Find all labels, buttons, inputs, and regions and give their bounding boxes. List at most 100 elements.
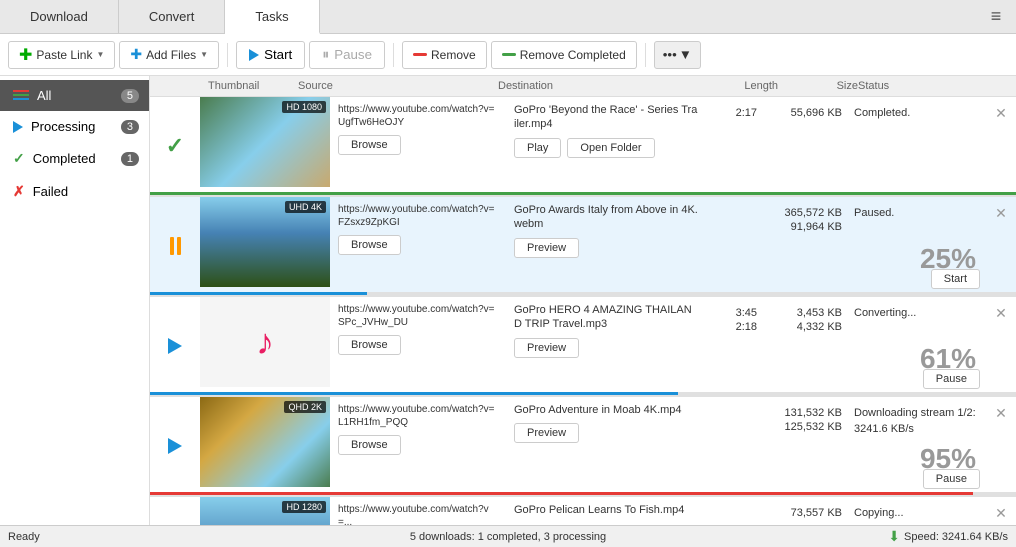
- task-2-browse-btn[interactable]: Browse: [338, 235, 401, 255]
- music-note-icon: ♪: [256, 321, 274, 363]
- more-button[interactable]: ••• ▼: [654, 41, 701, 69]
- task-5-length: [706, 497, 761, 525]
- task-3-length-val: 3:45: [736, 307, 757, 319]
- task-2-info: https://www.youtube.com/watch?v=FZsxz9Zp…: [330, 197, 506, 295]
- task-1-info: https://www.youtube.com/watch?v=UgfTw6He…: [330, 97, 506, 195]
- task-4-length: [706, 397, 761, 495]
- paste-link-arrow: ▼: [96, 50, 104, 59]
- more-arrow: ▼: [679, 47, 692, 62]
- sidebar-item-all[interactable]: All 5: [0, 80, 149, 111]
- task-4-progress-container: [150, 492, 1016, 495]
- task-1-browse-btn[interactable]: Browse: [338, 135, 401, 155]
- close-icon[interactable]: ✕: [995, 505, 1007, 522]
- task-3-info: https://www.youtube.com/watch?v=SPc_JVHw…: [330, 297, 506, 395]
- task-5-size: 73,557 KB: [761, 497, 846, 525]
- task-1-close[interactable]: ✕: [986, 97, 1016, 195]
- task-4-dest: GoPro Adventure in Moab 4K.mp4 Preview: [506, 397, 706, 495]
- task-4-status: Downloading stream 1/2: 3241.6 KB/s 95% …: [846, 397, 986, 495]
- download-speed-icon: ⬇: [888, 528, 900, 545]
- task-2-thumbnail: UHD 4K: [200, 197, 330, 287]
- task-2-preview-btn[interactable]: Preview: [514, 238, 579, 258]
- close-icon[interactable]: ✕: [995, 405, 1007, 422]
- status-ready: Ready: [8, 531, 341, 543]
- task-1-progress-container: [150, 192, 1016, 195]
- task-1-length: 2:17: [706, 97, 761, 195]
- remove-completed-label: Remove Completed: [520, 48, 626, 62]
- close-icon[interactable]: ✕: [995, 305, 1007, 322]
- task-2-dest-actions: Preview: [514, 238, 698, 258]
- add-files-button[interactable]: ✚ Add Files ▼: [119, 41, 219, 69]
- processing-icon: [13, 121, 23, 133]
- task-2-length: [706, 197, 761, 295]
- task-3-action-btn[interactable]: Pause: [923, 369, 980, 389]
- task-1-status: Completed.: [846, 97, 986, 195]
- task-3-close[interactable]: ✕: [986, 297, 1016, 395]
- remove-button[interactable]: Remove: [402, 41, 487, 69]
- task-4-dest-actions: Preview: [514, 423, 698, 443]
- pause-bar-1: [170, 237, 174, 255]
- task-4-close[interactable]: ✕: [986, 397, 1016, 495]
- close-icon[interactable]: ✕: [995, 205, 1007, 222]
- status-summary: 5 downloads: 1 completed, 3 processing: [341, 531, 674, 543]
- task-2-actions: Browse: [338, 235, 498, 255]
- task-1-length-val: 2:17: [736, 107, 757, 119]
- task-3-browse-btn[interactable]: Browse: [338, 335, 401, 355]
- task-2-state-icon: [150, 197, 200, 295]
- task-3-progress-container: [150, 392, 1016, 395]
- task-1-thumbnail: HD 1080: [200, 97, 330, 187]
- task-2-close[interactable]: ✕: [986, 197, 1016, 295]
- task-3-dest: GoPro HERO 4 AMAZING THAILAND TRIP Trave…: [506, 297, 706, 395]
- tab-tasks[interactable]: Tasks: [225, 0, 319, 34]
- paste-link-button[interactable]: ✚ Paste Link ▼: [8, 41, 115, 69]
- header-destination: Destination: [498, 80, 718, 92]
- task-row: UHD 4K https://www.youtube.com/watch?v=F…: [150, 197, 1016, 297]
- menu-button[interactable]: ≡: [976, 0, 1016, 33]
- pause-icon: ⏸: [322, 46, 329, 63]
- task-2-action-btn[interactable]: Start: [931, 269, 980, 289]
- header-length: Length: [718, 80, 778, 92]
- sidebar-failed-label: Failed: [33, 184, 139, 199]
- sidebar-item-processing[interactable]: Processing 3: [0, 111, 149, 142]
- sidebar-completed-badge: 1: [121, 152, 139, 166]
- play-icon: [168, 438, 182, 454]
- close-icon[interactable]: ✕: [995, 105, 1007, 122]
- task-2-status-text: Paused.: [854, 207, 894, 219]
- add-files-arrow: ▼: [200, 50, 208, 59]
- tab-bar: Download Convert Tasks ≡: [0, 0, 1016, 34]
- task-4-status-speed: 3241.6 KB/s: [854, 423, 914, 435]
- task-4-browse-btn[interactable]: Browse: [338, 435, 401, 455]
- task-4-size: 131,532 KB 125,532 KB: [761, 397, 846, 495]
- task-3-progress-bar: [150, 392, 678, 395]
- task-4-thumbnail: QHD 2K: [200, 397, 330, 487]
- task-4-state-icon: [150, 397, 200, 495]
- add-files-icon: ✚: [130, 46, 142, 63]
- task-3-actions: Browse: [338, 335, 498, 355]
- sidebar-item-failed[interactable]: ✗ Failed: [0, 175, 149, 208]
- pause-button[interactable]: ⏸ Pause: [309, 41, 385, 69]
- task-3-length-val2: 2:18: [736, 321, 757, 333]
- task-2-size-val2: 91,964 KB: [791, 221, 842, 233]
- tab-download[interactable]: Download: [0, 0, 119, 33]
- tab-convert[interactable]: Convert: [119, 0, 226, 33]
- task-5-close[interactable]: ✕: [986, 497, 1016, 525]
- task-3-thumbnail: ♪: [200, 297, 330, 387]
- completed-check-icon: ✓: [166, 133, 184, 159]
- task-1-play-btn[interactable]: Play: [514, 138, 561, 158]
- task-1-openfolder-btn[interactable]: Open Folder: [567, 138, 654, 158]
- toolbar-separator-2: [393, 43, 394, 67]
- sidebar-item-completed[interactable]: ✓ Completed 1: [0, 142, 149, 175]
- task-3-preview-btn[interactable]: Preview: [514, 338, 579, 358]
- table-header: Thumbnail Source Destination Length Size…: [150, 76, 1016, 97]
- task-4-action-btn[interactable]: Pause: [923, 469, 980, 489]
- tab-spacer: [320, 0, 976, 33]
- task-4-preview-btn[interactable]: Preview: [514, 423, 579, 443]
- sidebar-completed-label: Completed: [33, 151, 113, 166]
- task-2-dest: GoPro Awards Italy from Above in 4K.webm…: [506, 197, 706, 295]
- remove-completed-button[interactable]: Remove Completed: [491, 41, 637, 69]
- task-5-info: https://www.youtube.com/watch?v=...: [330, 497, 506, 525]
- task-row: QHD 2K https://www.youtube.com/watch?v=L…: [150, 397, 1016, 497]
- task-2-quality-badge: UHD 4K: [285, 201, 326, 213]
- status-bar: Ready 5 downloads: 1 completed, 3 proces…: [0, 525, 1016, 547]
- remove-label: Remove: [431, 48, 476, 62]
- start-button[interactable]: Start: [236, 41, 305, 69]
